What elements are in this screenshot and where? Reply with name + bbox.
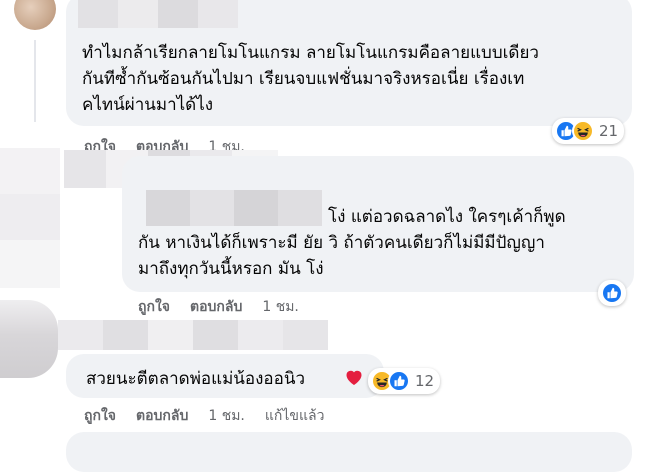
comment-actions: ถูกใจ ตอบกลับ 1 ชม. แก้ไขแล้ว [84, 405, 344, 427]
like-link[interactable]: ถูกใจ [84, 408, 116, 424]
reaction-summary[interactable]: 21 [552, 118, 625, 144]
timestamp[interactable]: 1 ชม. [262, 299, 299, 315]
like-link[interactable]: ถูกใจ [138, 299, 170, 315]
avatar[interactable] [0, 300, 58, 378]
commenter-name-redacted[interactable] [78, 0, 238, 28]
reaction-summary[interactable] [598, 280, 626, 306]
reaction-count: 21 [599, 122, 619, 140]
edited-label[interactable]: แก้ไขแล้ว [265, 408, 325, 424]
commenter-name-redacted[interactable] [58, 320, 328, 350]
comment-text: โง่ แต่อวดฉลาดไง ใครๆเค้าก็พูด กัน หาเงิ… [138, 207, 566, 279]
avatar-redacted[interactable] [0, 148, 60, 288]
comment-text: สวยนะตีตลาดพ่อแม่น้องออนิว [86, 369, 306, 389]
avatar[interactable] [14, 0, 56, 30]
reply-link[interactable]: ตอบกลับ [190, 299, 242, 315]
reply-link[interactable]: ตอบกลับ [136, 408, 188, 424]
reaction-count: 12 [415, 372, 435, 390]
heart-emoji-icon [346, 370, 362, 385]
timestamp[interactable]: 1 ชม. [208, 408, 245, 424]
reaction-summary[interactable]: 12 [368, 368, 441, 394]
haha-icon [572, 120, 594, 142]
comment-bubble [66, 432, 632, 472]
like-icon [601, 282, 623, 304]
thread-line [34, 40, 36, 122]
comment-text: ทำไมกล้าเรียกลายโมโนแกรม ลายโมโนแกรมคือล… [82, 43, 539, 115]
like-icon [388, 370, 410, 392]
comment-actions: ถูกใจ ตอบกลับ 1 ชม. [138, 296, 319, 318]
